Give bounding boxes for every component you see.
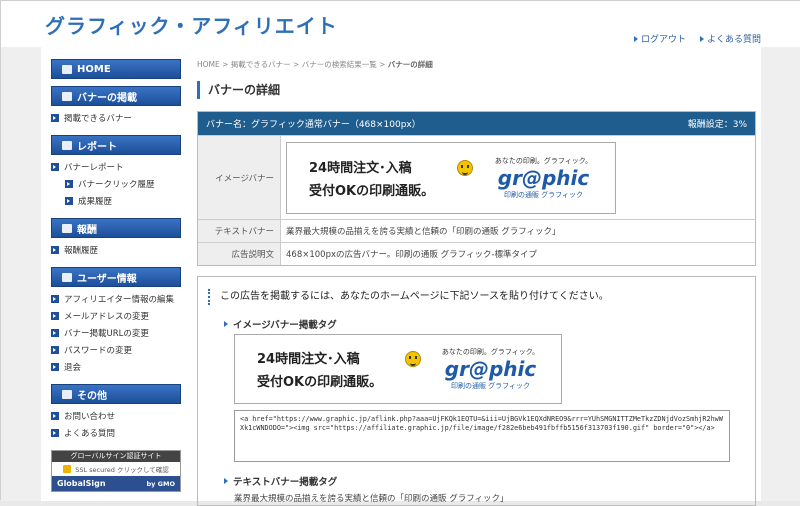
- sidebar-item-change-password[interactable]: パスワードの変更: [51, 341, 181, 358]
- sidebar-list-reward: 報酬履歴: [51, 241, 181, 258]
- sidebar-item-faq[interactable]: よくある質問: [51, 424, 181, 441]
- sidebar-item-reward-history[interactable]: 報酬履歴: [51, 241, 181, 258]
- sidebar-list-report: バナーレポート バナークリック履歴 成果履歴: [51, 158, 181, 209]
- source-instructions: この広告を掲載するには、あなたのホームページに下記ソースを貼り付けてください。: [208, 289, 609, 305]
- faq-link[interactable]: よくある質問: [699, 32, 761, 45]
- sidebar-home[interactable]: HOME: [51, 59, 181, 79]
- arrow-icon: [224, 478, 228, 484]
- sidebar: HOME バナーの掲載 掲載できるバナー レポート バナーレポート バナークリッ…: [51, 59, 181, 492]
- page-title: バナーの詳細: [197, 81, 757, 99]
- image-banner-row: イメージバナー 24時間注文･入稿 受付OKの印刷通販。 あなたの印刷。グラフィ…: [198, 135, 755, 219]
- sidebar-list-user: アフィリエイター情報の編集 メールアドレスの変更 バナー掲載URLの変更 パスワ…: [51, 290, 181, 375]
- sidebar-head-user: ユーザー情報: [51, 267, 181, 287]
- page-frame: グラフィック・アフィリエイト ログアウト よくある質問 HOME バナーの掲載 …: [0, 0, 800, 506]
- arrow-square-icon: [51, 162, 59, 171]
- sidebar-list-banner: 掲載できるバナー: [51, 109, 181, 126]
- main-content: HOME > 掲載できるバナー > バナーの検索結果一覧 > バナーの詳細 バナ…: [197, 59, 757, 506]
- arrow-icon: [633, 35, 638, 42]
- arrow-square-icon: [51, 345, 59, 354]
- arrow-square-icon: [51, 328, 59, 337]
- sidebar-item-conversion-history[interactable]: 成果履歴: [51, 192, 181, 209]
- arrow-square-icon: [51, 294, 59, 303]
- graphic-logo: gr@phic: [444, 357, 537, 381]
- arrow-square-icon: [51, 113, 59, 122]
- graphic-logo: gr@phic: [497, 165, 590, 190]
- chart-icon: [62, 140, 72, 150]
- sidebar-item-contact[interactable]: お問い合わせ: [51, 407, 181, 424]
- sidebar-head-other: その他: [51, 384, 181, 404]
- sidebar-item-change-email[interactable]: メールアドレスの変更: [51, 307, 181, 324]
- sidebar-item-banner-report[interactable]: バナーレポート: [51, 158, 181, 175]
- arrow-square-icon: [51, 362, 59, 371]
- gear-icon: [62, 389, 72, 399]
- lock-icon: [63, 465, 72, 473]
- arrow-icon: [699, 35, 704, 42]
- smiley-icon: [405, 351, 421, 367]
- arrow-square-icon: [51, 245, 59, 254]
- ad-description-row: 広告説明文 468×100pxの広告バナー。印刷の通販 グラフィック-標準タイプ: [198, 242, 755, 265]
- coins-icon: [62, 223, 72, 233]
- arrow-icon: [224, 321, 228, 327]
- sidebar-item-available-banners[interactable]: 掲載できるバナー: [51, 109, 181, 126]
- text-banner-preview: 業界最大規模の品揃えを誇る実績と信頼の「印刷の通販 グラフィック」: [234, 494, 509, 504]
- arrow-square-icon: [51, 411, 59, 420]
- monitor-icon: [62, 91, 72, 101]
- smiley-icon: [457, 159, 473, 176]
- logout-link[interactable]: ログアウト: [633, 32, 686, 45]
- user-icon: [62, 272, 72, 282]
- text-banner-tag-heading: テキストバナー掲載タグ: [224, 474, 337, 488]
- sidebar-item-change-url[interactable]: バナー掲載URLの変更: [51, 324, 181, 341]
- home-icon: [62, 64, 72, 74]
- arrow-square-icon: [65, 196, 73, 205]
- site-header: グラフィック・アフィリエイト ログアウト よくある質問: [1, 1, 800, 47]
- arrow-square-icon: [51, 311, 59, 320]
- arrow-square-icon: [65, 179, 73, 188]
- breadcrumb: HOME > 掲載できるバナー > バナーの検索結果一覧 > バナーの詳細: [197, 60, 433, 69]
- arrow-square-icon: [51, 428, 59, 437]
- sidebar-head-reward: 報酬: [51, 218, 181, 238]
- reward-setting: 報酬設定：3%: [687, 120, 747, 130]
- top-nav: ログアウト よくある質問: [633, 32, 761, 45]
- sidebar-head-report: レポート: [51, 135, 181, 155]
- sidebar-item-withdraw[interactable]: 退会: [51, 358, 181, 375]
- banner-name: バナー名：グラフィック通常バナー（468×100px）: [206, 120, 421, 130]
- text-banner-row: テキストバナー 業界最大規模の品揃えを誇る実績と信頼の「印刷の通販 グラフィック…: [198, 219, 755, 242]
- sidebar-item-edit-info[interactable]: アフィリエイター情報の編集: [51, 290, 181, 307]
- sidebar-head-banner: バナーの掲載: [51, 86, 181, 106]
- site-logo[interactable]: グラフィック・アフィリエイト: [45, 10, 338, 39]
- image-banner-tag-heading: イメージバナー掲載タグ: [224, 317, 337, 331]
- content-container: HOME バナーの掲載 掲載できるバナー レポート バナーレポート バナークリッ…: [41, 47, 761, 506]
- globalsign-seal[interactable]: グローバルサイン認証サイト SSL secured クリックして確認 Globa…: [51, 450, 181, 492]
- sidebar-list-other: お問い合わせ よくある質問: [51, 407, 181, 441]
- sidebar-item-click-history[interactable]: バナークリック履歴: [51, 175, 181, 192]
- image-banner-code-textarea[interactable]: <a href="https://www.graphic.jp/aflink.p…: [234, 410, 730, 462]
- banner-image: 24時間注文･入稿 受付OKの印刷通販。 あなたの印刷。グラフィック。 gr@p…: [286, 141, 616, 214]
- source-code-panel: この広告を掲載するには、あなたのホームページに下記ソースを貼り付けてください。 …: [197, 276, 756, 506]
- banner-detail-table: バナー名：グラフィック通常バナー（468×100px） 報酬設定：3% イメージ…: [197, 111, 756, 266]
- banner-preview: 24時間注文･入稿 受付OKの印刷通販。 あなたの印刷。グラフィック。 gr@p…: [234, 334, 562, 404]
- banner-detail-header: バナー名：グラフィック通常バナー（468×100px） 報酬設定：3%: [198, 112, 755, 135]
